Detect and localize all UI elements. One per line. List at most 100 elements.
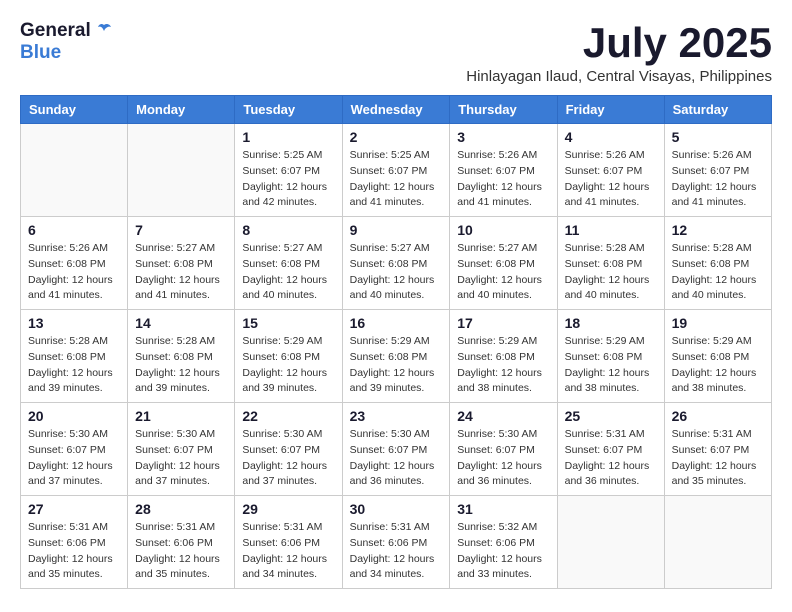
day-number: 27 <box>28 501 120 517</box>
day-number: 20 <box>28 408 120 424</box>
day-number: 8 <box>242 222 334 238</box>
calendar-cell <box>557 496 664 589</box>
calendar-cell: 13 Sunrise: 5:28 AM Sunset: 6:08 PM Dayli… <box>21 310 128 403</box>
day-detail: Sunrise: 5:31 AM Sunset: 6:06 PM Dayligh… <box>135 520 227 583</box>
day-number: 13 <box>28 315 120 331</box>
calendar-cell: 1 Sunrise: 5:25 AM Sunset: 6:07 PM Daylig… <box>235 124 342 217</box>
day-number: 30 <box>350 501 443 517</box>
day-number: 18 <box>565 315 657 331</box>
location-subtitle: Hinlayagan Ilaud, Central Visayas, Phili… <box>466 68 772 85</box>
day-number: 6 <box>28 222 120 238</box>
day-detail: Sunrise: 5:32 AM Sunset: 6:06 PM Dayligh… <box>457 520 549 583</box>
calendar-cell: 30 Sunrise: 5:31 AM Sunset: 6:06 PM Dayli… <box>342 496 450 589</box>
day-detail: Sunrise: 5:27 AM Sunset: 6:08 PM Dayligh… <box>350 241 443 304</box>
day-detail: Sunrise: 5:29 AM Sunset: 6:08 PM Dayligh… <box>350 334 443 397</box>
day-detail: Sunrise: 5:31 AM Sunset: 6:07 PM Dayligh… <box>672 427 764 490</box>
day-detail: Sunrise: 5:26 AM Sunset: 6:07 PM Dayligh… <box>672 148 764 211</box>
day-detail: Sunrise: 5:26 AM Sunset: 6:07 PM Dayligh… <box>457 148 549 211</box>
weekday-header: Thursday <box>450 96 557 124</box>
calendar-cell: 3 Sunrise: 5:26 AM Sunset: 6:07 PM Daylig… <box>450 124 557 217</box>
calendar-cell: 5 Sunrise: 5:26 AM Sunset: 6:07 PM Daylig… <box>664 124 771 217</box>
day-detail: Sunrise: 5:27 AM Sunset: 6:08 PM Dayligh… <box>135 241 227 304</box>
day-number: 11 <box>565 222 657 238</box>
weekday-header: Monday <box>128 96 235 124</box>
calendar-cell: 7 Sunrise: 5:27 AM Sunset: 6:08 PM Daylig… <box>128 217 235 310</box>
day-detail: Sunrise: 5:31 AM Sunset: 6:06 PM Dayligh… <box>242 520 334 583</box>
calendar-cell <box>21 124 128 217</box>
day-number: 28 <box>135 501 227 517</box>
calendar-cell: 24Sunrise: 5:30 AM Sunset: 6:07 PM Dayli… <box>450 403 557 496</box>
day-number: 4 <box>565 129 657 145</box>
day-detail: Sunrise: 5:28 AM Sunset: 6:08 PM Dayligh… <box>135 334 227 397</box>
day-number: 23 <box>350 408 443 424</box>
calendar-cell: 17Sunrise: 5:29 AM Sunset: 6:08 PM Dayli… <box>450 310 557 403</box>
day-number: 31 <box>457 501 549 517</box>
calendar-cell: 27 Sunrise: 5:31 AM Sunset: 6:06 PM Dayli… <box>21 496 128 589</box>
day-number: 1 <box>242 129 334 145</box>
calendar-week-row: 6 Sunrise: 5:26 AM Sunset: 6:08 PM Daylig… <box>21 217 772 310</box>
calendar-cell: 29 Sunrise: 5:31 AM Sunset: 6:06 PM Dayli… <box>235 496 342 589</box>
weekday-header: Sunday <box>21 96 128 124</box>
day-number: 5 <box>672 129 764 145</box>
day-detail: Sunrise: 5:27 AM Sunset: 6:08 PM Dayligh… <box>242 241 334 304</box>
calendar-cell: 14 Sunrise: 5:28 AM Sunset: 6:08 PM Dayli… <box>128 310 235 403</box>
day-number: 17 <box>457 315 549 331</box>
day-detail: Sunrise: 5:30 AM Sunset: 6:07 PM Dayligh… <box>242 427 334 490</box>
page-header: General Blue July 2025 Hinlayagan Ilaud,… <box>20 20 772 85</box>
day-detail: Sunrise: 5:25 AM Sunset: 6:07 PM Dayligh… <box>350 148 443 211</box>
day-number: 24 <box>457 408 549 424</box>
logo-blue: Blue <box>20 42 61 63</box>
calendar-cell: 26 Sunrise: 5:31 AM Sunset: 6:07 PM Dayli… <box>664 403 771 496</box>
day-number: 3 <box>457 129 549 145</box>
calendar-cell: 19 Sunrise: 5:29 AM Sunset: 6:08 PM Dayli… <box>664 310 771 403</box>
calendar-week-row: 27 Sunrise: 5:31 AM Sunset: 6:06 PM Dayli… <box>21 496 772 589</box>
calendar-cell: 28 Sunrise: 5:31 AM Sunset: 6:06 PM Dayli… <box>128 496 235 589</box>
weekday-header-row: SundayMondayTuesdayWednesdayThursdayFrid… <box>21 96 772 124</box>
calendar-cell: 22 Sunrise: 5:30 AM Sunset: 6:07 PM Dayli… <box>235 403 342 496</box>
calendar-cell: 20 Sunrise: 5:30 AM Sunset: 6:07 PM Dayli… <box>21 403 128 496</box>
calendar-table: SundayMondayTuesdayWednesdayThursdayFrid… <box>20 95 772 589</box>
day-number: 21 <box>135 408 227 424</box>
calendar-cell: 21 Sunrise: 5:30 AM Sunset: 6:07 PM Dayli… <box>128 403 235 496</box>
logo-general: General <box>20 20 91 42</box>
weekday-header: Saturday <box>664 96 771 124</box>
day-number: 22 <box>242 408 334 424</box>
title-area: July 2025 Hinlayagan Ilaud, Central Visa… <box>466 20 772 85</box>
day-detail: Sunrise: 5:31 AM Sunset: 6:07 PM Dayligh… <box>565 427 657 490</box>
day-number: 7 <box>135 222 227 238</box>
calendar-week-row: 13 Sunrise: 5:28 AM Sunset: 6:08 PM Dayli… <box>21 310 772 403</box>
day-number: 10 <box>457 222 549 238</box>
calendar-cell: 2Sunrise: 5:25 AM Sunset: 6:07 PM Daylig… <box>342 124 450 217</box>
day-detail: Sunrise: 5:31 AM Sunset: 6:06 PM Dayligh… <box>350 520 443 583</box>
calendar-cell: 11Sunrise: 5:28 AM Sunset: 6:08 PM Dayli… <box>557 217 664 310</box>
day-detail: Sunrise: 5:30 AM Sunset: 6:07 PM Dayligh… <box>28 427 120 490</box>
calendar-cell: 16 Sunrise: 5:29 AM Sunset: 6:08 PM Dayli… <box>342 310 450 403</box>
calendar-cell: 31 Sunrise: 5:32 AM Sunset: 6:06 PM Dayli… <box>450 496 557 589</box>
day-number: 19 <box>672 315 764 331</box>
day-number: 15 <box>242 315 334 331</box>
calendar-cell: 4Sunrise: 5:26 AM Sunset: 6:07 PM Daylig… <box>557 124 664 217</box>
day-detail: Sunrise: 5:31 AM Sunset: 6:06 PM Dayligh… <box>28 520 120 583</box>
calendar-cell <box>128 124 235 217</box>
calendar-cell: 12Sunrise: 5:28 AM Sunset: 6:08 PM Dayli… <box>664 217 771 310</box>
day-detail: Sunrise: 5:29 AM Sunset: 6:08 PM Dayligh… <box>672 334 764 397</box>
calendar-cell: 15Sunrise: 5:29 AM Sunset: 6:08 PM Dayli… <box>235 310 342 403</box>
day-number: 16 <box>350 315 443 331</box>
calendar-cell: 25 Sunrise: 5:31 AM Sunset: 6:07 PM Dayli… <box>557 403 664 496</box>
day-detail: Sunrise: 5:26 AM Sunset: 6:08 PM Dayligh… <box>28 241 120 304</box>
weekday-header: Tuesday <box>235 96 342 124</box>
calendar-cell: 23Sunrise: 5:30 AM Sunset: 6:07 PM Dayli… <box>342 403 450 496</box>
day-number: 26 <box>672 408 764 424</box>
day-detail: Sunrise: 5:25 AM Sunset: 6:07 PM Dayligh… <box>242 148 334 211</box>
day-number: 29 <box>242 501 334 517</box>
day-number: 25 <box>565 408 657 424</box>
day-detail: Sunrise: 5:28 AM Sunset: 6:08 PM Dayligh… <box>28 334 120 397</box>
day-number: 12 <box>672 222 764 238</box>
day-number: 14 <box>135 315 227 331</box>
calendar-week-row: 1 Sunrise: 5:25 AM Sunset: 6:07 PM Daylig… <box>21 124 772 217</box>
logo: General Blue <box>20 20 113 64</box>
day-detail: Sunrise: 5:30 AM Sunset: 6:07 PM Dayligh… <box>135 427 227 490</box>
logo-bird-icon <box>95 22 113 40</box>
calendar-cell: 10 Sunrise: 5:27 AM Sunset: 6:08 PM Dayli… <box>450 217 557 310</box>
day-detail: Sunrise: 5:27 AM Sunset: 6:08 PM Dayligh… <box>457 241 549 304</box>
